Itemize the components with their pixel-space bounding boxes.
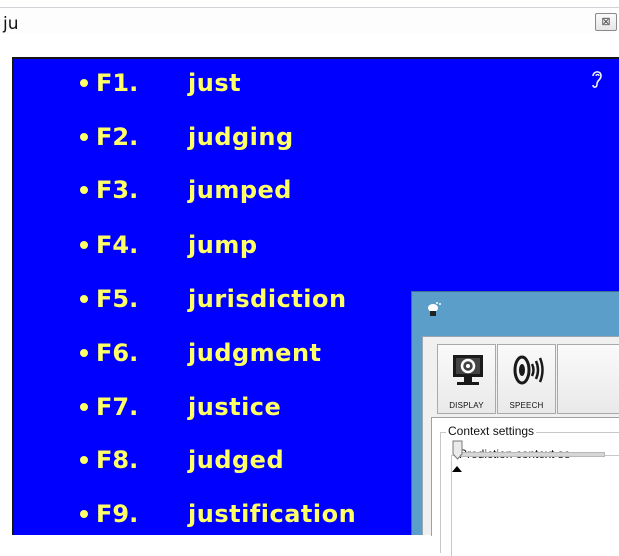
prediction-word: jump	[188, 231, 258, 259]
bullet-icon	[80, 403, 88, 411]
bullet-icon	[80, 295, 88, 303]
bullet-icon	[80, 79, 88, 87]
bullet-icon	[80, 241, 88, 249]
speech-button[interactable]: SPEECH	[497, 344, 556, 414]
prediction-word: judged	[188, 446, 285, 474]
prediction-key: F4.	[96, 231, 139, 259]
prediction-key: F5.	[96, 285, 139, 313]
prediction-word: jumped	[188, 176, 292, 204]
display-button[interactable]: DISPLAY	[437, 344, 496, 414]
bullet-icon	[80, 349, 88, 357]
prediction-word: just	[188, 69, 242, 97]
prediction-word: justification	[188, 500, 357, 528]
speaker-waves-icon	[513, 355, 544, 385]
app-icon	[428, 302, 441, 316]
bullet-icon	[80, 456, 88, 464]
bullet-icon	[80, 510, 88, 518]
ear-icon[interactable]	[589, 68, 605, 90]
prediction-word: justice	[188, 393, 282, 421]
slider-track[interactable]	[460, 452, 605, 457]
speech-label: SPEECH	[509, 401, 544, 410]
prediction-key: F9.	[96, 500, 139, 528]
prediction-context-group: Prediction context se	[451, 447, 619, 556]
close-button[interactable]: ⊠	[595, 13, 617, 31]
group-label: Context settings	[446, 424, 537, 438]
prediction-key: F1.	[96, 69, 139, 97]
prediction-key: F7.	[96, 393, 139, 421]
settings-body: DISPLAY SPEECH Context settings Predicti…	[422, 336, 619, 556]
prediction-word: judgment	[188, 339, 322, 367]
prediction-key: F3.	[96, 176, 139, 204]
query-bar: ju ⊠	[0, 0, 619, 34]
slider-thumb[interactable]	[452, 440, 463, 460]
prediction-key: F2.	[96, 123, 139, 151]
bullet-icon	[80, 186, 88, 194]
slider-marker-icon	[452, 466, 462, 472]
query-text[interactable]: ju	[3, 14, 19, 34]
settings-panel: Context settings Prediction context se	[431, 417, 619, 556]
display-label: DISPLAY	[449, 401, 484, 410]
monitor-gear-icon	[453, 355, 483, 385]
settings-window: DISPLAY SPEECH Context settings Predicti…	[411, 291, 619, 556]
bullet-icon	[80, 133, 88, 141]
prediction-word: jurisdiction	[188, 285, 347, 313]
toolbar-button[interactable]	[557, 344, 619, 414]
prediction-key: F8.	[96, 446, 139, 474]
prediction-key: F6.	[96, 339, 139, 367]
prediction-word: judging	[188, 123, 294, 151]
close-icon: ⊠	[601, 15, 611, 28]
